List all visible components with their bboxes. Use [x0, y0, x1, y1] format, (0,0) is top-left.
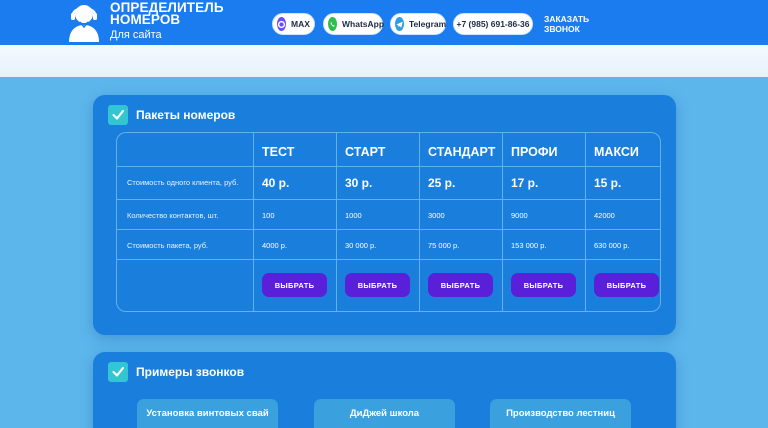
packages-title: Пакеты номеров — [136, 108, 236, 122]
select-plan-button[interactable]: ВЫБРАТЬ — [511, 273, 576, 297]
plan-name: МАКСИ — [594, 145, 639, 159]
row-label-contacts: Количество контактов, шт. — [127, 211, 219, 220]
telegram-label: Telegram — [409, 19, 447, 29]
plan-contacts: 9000 — [511, 211, 528, 220]
logo-title-line-2: НОМЕРОВ — [110, 12, 181, 27]
max-messenger-button[interactable]: MAX — [272, 13, 315, 35]
hero-band — [0, 45, 768, 77]
plan-name: СТАРТ — [345, 145, 386, 159]
plan-price-per-client: 15 р. — [594, 176, 622, 190]
plan-price-per-client: 25 р. — [428, 176, 456, 190]
whatsapp-label: WhatsApp — [342, 19, 385, 29]
plan-total: 630 000 р. — [594, 241, 630, 250]
select-plan-button[interactable]: ВЫБРАТЬ — [428, 273, 493, 297]
plan-name: СТАНДАРТ — [428, 145, 496, 159]
phone-button[interactable]: +7 (985) 691-86-36 — [453, 13, 533, 35]
plan-total: 75 000 р. — [428, 241, 460, 250]
call-example-item[interactable]: Производство лестниц — [490, 399, 631, 428]
plan-name: ПРОФИ — [511, 145, 558, 159]
select-plan-button[interactable]: ВЫБРАТЬ — [262, 273, 327, 297]
plan-total: 4000 р. — [262, 241, 288, 250]
packages-header: Пакеты номеров — [108, 105, 235, 125]
site-header: ОПРЕДЕЛИТЕЛЬ НОМЕРОВ Для сайта MAX Whats… — [0, 0, 768, 45]
plan-name: ТЕСТ — [262, 145, 295, 159]
plan-contacts: 42000 — [594, 211, 615, 220]
logo-subtitle: Для сайта — [110, 29, 162, 41]
examples-title: Примеры звонков — [136, 365, 245, 379]
max-icon — [277, 17, 286, 31]
packages-table: Стоимость одного клиента, руб. Количеств… — [116, 132, 661, 312]
callback-button[interactable]: ЗАКАЗАТЬ ЗВОНОК — [544, 13, 626, 35]
plan-contacts: 3000 — [428, 211, 445, 220]
plan-contacts: 100 — [262, 211, 275, 220]
logo-title: ОПРЕДЕЛИТЕЛЬ НОМЕРОВ — [110, 1, 224, 27]
plan-price-per-client: 40 р. — [262, 176, 290, 190]
whatsapp-button[interactable]: WhatsApp — [323, 13, 385, 35]
row-label-price-per-client: Стоимость одного клиента, руб. — [127, 178, 239, 187]
plan-contacts: 1000 — [345, 211, 362, 220]
operator-headset-icon — [69, 5, 99, 42]
telegram-icon — [395, 17, 404, 31]
plan-total: 153 000 р. — [511, 241, 547, 250]
select-plan-button[interactable]: ВЫБРАТЬ — [345, 273, 410, 297]
packages-card: Пакеты номеров Стоимость одного клиента,… — [93, 95, 676, 335]
check-icon — [108, 362, 128, 382]
call-examples-card: Примеры звонков Установка винтовых свай … — [93, 352, 676, 428]
row-label-total: Стоимость пакета, руб. — [127, 241, 209, 250]
call-example-item[interactable]: ДиДжей школа — [314, 399, 455, 428]
plan-price-per-client: 30 р. — [345, 176, 373, 190]
check-icon — [108, 105, 128, 125]
plan-price-per-client: 17 р. — [511, 176, 539, 190]
call-example-item[interactable]: Установка винтовых свай — [137, 399, 278, 428]
telegram-button[interactable]: Telegram — [390, 13, 446, 35]
whatsapp-icon — [328, 17, 337, 31]
select-plan-button[interactable]: ВЫБРАТЬ — [594, 273, 659, 297]
max-label: MAX — [291, 19, 310, 29]
examples-header: Примеры звонков — [108, 362, 244, 382]
plan-total: 30 000 р. — [345, 241, 377, 250]
